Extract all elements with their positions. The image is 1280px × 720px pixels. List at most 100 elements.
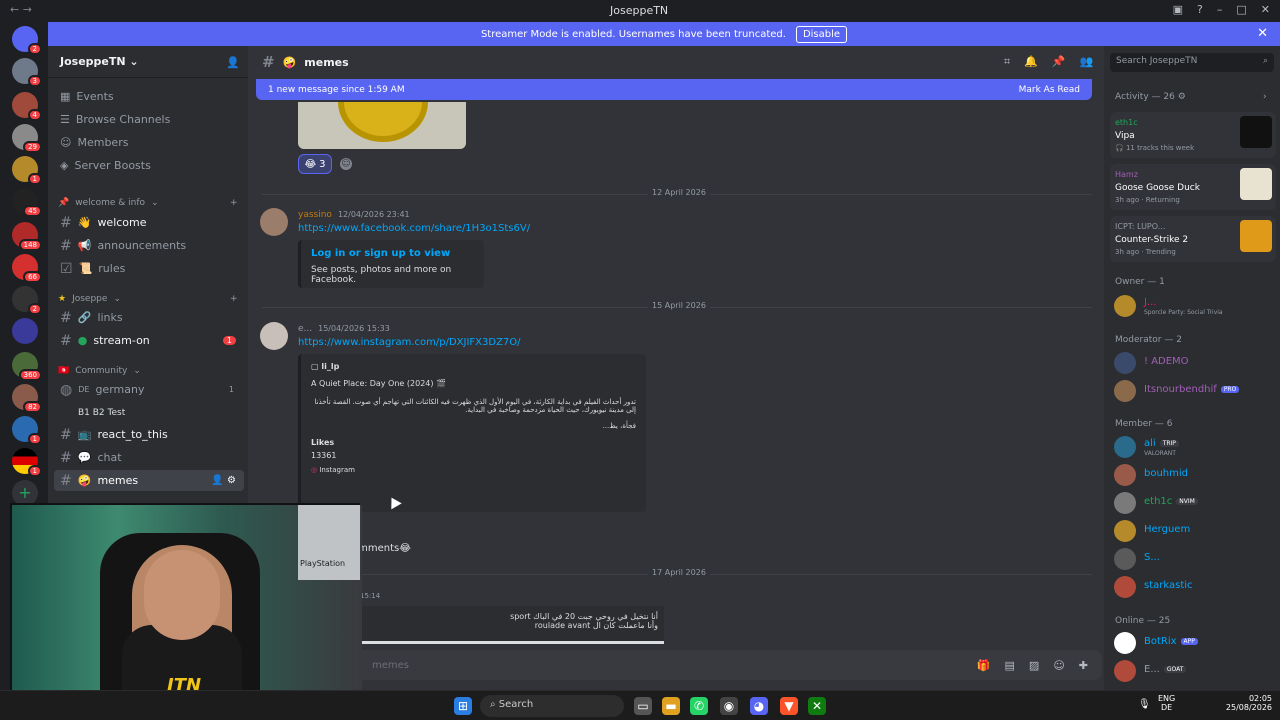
task-view-icon[interactable]: ▭ <box>634 697 652 715</box>
member-item[interactable]: E... GOAT <box>1114 658 1274 684</box>
emoji-icon[interactable]: ☺ <box>1053 659 1064 672</box>
mic-icon[interactable]: 🎙 <box>1138 699 1151 710</box>
obs-icon[interactable]: ◉ <box>720 697 738 715</box>
member-item[interactable]: bouhmid <box>1114 462 1274 488</box>
close-icon[interactable]: ✕ <box>1261 3 1270 16</box>
mark-as-read-button[interactable]: Mark As Read <box>1019 85 1080 95</box>
member-item[interactable]: ali TRIP VALORANT <box>1114 434 1274 460</box>
channel-welcome[interactable]: # 👋 welcome <box>54 212 244 233</box>
message-input[interactable]: memes 🎁 ▤ ▨ ☺ ✚ <box>262 650 1102 680</box>
xbox-icon[interactable]: ✕ <box>808 697 826 715</box>
channel-announcements[interactable]: # 📢 announcements <box>54 235 244 256</box>
home-icon[interactable]: 2 <box>12 26 42 55</box>
server-icon[interactable]: 3 <box>12 58 42 87</box>
server-icon[interactable]: 1 <box>12 156 42 185</box>
server-icon[interactable]: 1 <box>12 416 42 445</box>
invite-icon[interactable]: 👤 <box>226 56 240 69</box>
brave-icon[interactable]: ▼ <box>780 697 798 715</box>
close-banner-icon[interactable]: ✕ <box>1257 26 1268 41</box>
member-mod[interactable]: ! ADEMO <box>1114 350 1274 376</box>
reaction-button[interactable]: 😂 3 <box>298 154 332 174</box>
thread-b1b2[interactable]: B1 B2 Test <box>54 402 244 423</box>
channel-germany[interactable]: ◍ DE germany 1 <box>54 379 244 400</box>
start-icon[interactable]: ⊞ <box>454 697 472 715</box>
server-icon[interactable]: 2 <box>12 286 42 315</box>
image-attachment[interactable] <box>298 102 466 149</box>
ig-author[interactable]: ▢ li_lp <box>311 362 636 371</box>
gift-icon[interactable]: 🎁 <box>977 659 991 672</box>
member-mod[interactable]: Itsnourbendhif PRO <box>1114 378 1274 404</box>
whatsapp-icon[interactable]: ✆ <box>690 697 708 715</box>
channel-stream-on[interactable]: # ● stream-on 1 <box>54 330 244 351</box>
disable-button[interactable]: Disable <box>795 25 848 43</box>
help-icon[interactable]: ? <box>1197 3 1203 16</box>
image-attachment[interactable]: أنا نتخيل في روحي جبت 20 في الباك sport … <box>360 606 664 644</box>
activity-card[interactable]: Hamz Goose Goose Duck 3h ago · Returning <box>1110 164 1276 210</box>
date-divider: 12 April 2026 <box>262 188 1092 197</box>
server-icon[interactable] <box>12 318 38 344</box>
nav-server-boosts[interactable]: ◈ Server Boosts <box>60 159 151 172</box>
discord-icon[interactable]: ◕ <box>750 697 768 715</box>
threads-icon[interactable]: ⌗ <box>1004 55 1010 69</box>
server-icon[interactable]: 66 <box>12 254 42 283</box>
sticker-icon[interactable]: ▨ <box>1029 659 1039 672</box>
server-header[interactable]: JoseppeTN ⌄ 👤 <box>48 46 248 78</box>
window-titlebar: ← → JoseppeTN ▣ ? – □ ✕ <box>0 0 1280 21</box>
member-list-icon[interactable]: 👥 <box>1080 55 1094 69</box>
avatar[interactable] <box>260 322 288 350</box>
pin-icon[interactable]: 📌 <box>1052 55 1066 69</box>
language-indicator[interactable]: ENG DE <box>1158 694 1175 712</box>
instagram-icon: ◎ Instagram <box>311 466 355 474</box>
member-item[interactable]: BotRix APP <box>1114 630 1274 656</box>
server-icon[interactable]: 360 <box>12 352 42 381</box>
member-owner[interactable]: J... Sporcle Party: Social Trivia <box>1114 293 1274 319</box>
nav-arrows[interactable]: ← → <box>10 3 32 16</box>
nav-events[interactable]: ▦ Events <box>60 90 114 103</box>
activity-header[interactable]: Activity — 26 ⚙ › <box>1115 92 1267 102</box>
nav-members[interactable]: ☺ Members <box>60 136 128 149</box>
channel-memes[interactable]: # 🤪 memes 👤 ⚙ <box>54 470 244 491</box>
date-divider: 17 April 2026 <box>262 568 1092 577</box>
server-icon[interactable]: 4 <box>12 92 42 121</box>
server-icon[interactable]: 148 <box>12 222 42 251</box>
maximize-icon[interactable]: □ <box>1236 3 1246 16</box>
server-name[interactable]: JoseppeTN ⌄ <box>60 55 139 68</box>
file-explorer-icon[interactable]: ▬ <box>662 697 680 715</box>
category-joseppe[interactable]: ★ Joseppe ⌄ + <box>58 294 238 304</box>
message-link[interactable]: https://www.facebook.com/share/1H3o1Sts6… <box>298 223 530 234</box>
instagram-embed: ▢ li_lp A Quiet Place: Day One (2024) 🎬 … <box>298 354 646 512</box>
server-icon[interactable]: 1 <box>12 448 42 477</box>
clock[interactable]: 02:05 25/08/2026 <box>1226 694 1272 712</box>
message-header: e... 15/04/2026 15:33 <box>298 324 390 334</box>
nav-browse-channels[interactable]: ☰ Browse Channels <box>60 113 170 126</box>
channel-react[interactable]: # 📺 react_to_this <box>54 424 244 445</box>
server-icon[interactable]: 29 <box>12 124 42 153</box>
member-item[interactable]: starkastic <box>1114 574 1274 600</box>
category-community[interactable]: 🇹🇳 Community ⌄ <box>58 366 141 376</box>
bell-icon[interactable]: 🔔 <box>1024 55 1038 69</box>
member-item[interactable]: Herguem <box>1114 518 1274 544</box>
ig-more: فجأة، يظ... <box>602 422 636 430</box>
server-icon[interactable]: 45 <box>12 188 42 217</box>
apps-icon[interactable]: ✚ <box>1079 659 1088 672</box>
avatar[interactable] <box>260 208 288 236</box>
new-messages-bar[interactable]: 1 new message since 1:59 AM Mark As Read <box>256 79 1092 100</box>
activity-card[interactable]: ICPT: LUPO... Counter-Strike 2 3h ago · … <box>1110 216 1276 262</box>
minimize-icon[interactable]: – <box>1217 3 1223 16</box>
channel-links[interactable]: # 🔗 links <box>54 307 244 328</box>
member-item[interactable]: S... <box>1114 546 1274 572</box>
embed-title[interactable]: Log in or sign up to view <box>311 248 474 259</box>
member-item[interactable]: eth1c NVIM <box>1114 490 1274 516</box>
activity-card[interactable]: eth1c Vipa 🎧 11 tracks this week <box>1110 112 1276 158</box>
channel-rules[interactable]: ☑ 📜 rules <box>54 258 244 279</box>
server-icon[interactable]: 82 <box>12 384 42 413</box>
inbox-icon[interactable]: ▣ <box>1173 3 1183 16</box>
category-welcome[interactable]: 📌 welcome & info ⌄ + <box>58 198 238 208</box>
streamer-mode-banner: Streamer Mode is enabled. Usernames have… <box>48 22 1280 46</box>
message-link[interactable]: https://www.instagram.com/p/DXJIFX3DZ7O/ <box>298 337 521 348</box>
taskbar-search[interactable]: ⌕ Search <box>480 695 624 717</box>
gif-icon[interactable]: ▤ <box>1005 659 1015 672</box>
channel-chat[interactable]: # 💬 chat <box>54 447 244 468</box>
add-reaction-icon[interactable]: ☺ <box>340 158 352 170</box>
windows-taskbar: ⊞ ⌕ Search ▭ ▬ ✆ ◉ ◕ ▼ ✕ 🎙 ENG DE 02:05 25… <box>0 690 1280 720</box>
